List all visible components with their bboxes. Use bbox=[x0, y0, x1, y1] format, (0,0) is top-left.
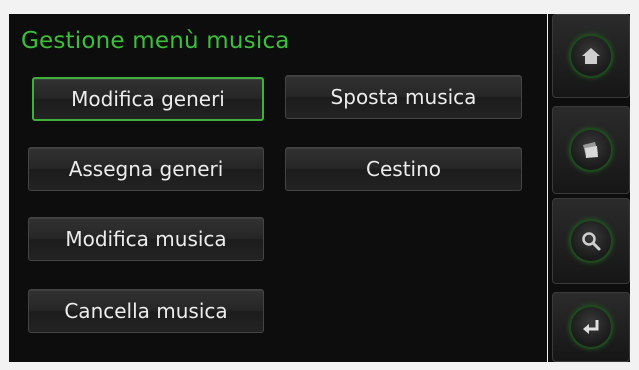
cestino-button[interactable]: Cestino bbox=[285, 147, 522, 191]
search-icon bbox=[582, 232, 601, 251]
modifica-musica-button[interactable]: Modifica musica bbox=[28, 217, 264, 261]
back-icon bbox=[583, 320, 599, 334]
sposta-musica-button[interactable]: Sposta musica bbox=[285, 75, 522, 119]
back-button[interactable] bbox=[552, 292, 630, 362]
page-title: Gestione menù musica bbox=[21, 28, 290, 54]
sidebar bbox=[548, 14, 630, 362]
device-frame: Gestione menù musica Modifica generi Ass… bbox=[0, 0, 639, 370]
cards-icon bbox=[583, 142, 598, 158]
modifica-generi-button[interactable]: Modifica generi bbox=[32, 77, 264, 121]
home-button[interactable] bbox=[552, 14, 630, 98]
cards-button[interactable] bbox=[552, 106, 630, 194]
assegna-generi-button[interactable]: Assegna generi bbox=[28, 147, 264, 191]
home-icon bbox=[582, 48, 600, 64]
main-panel: Gestione menù musica Modifica generi Ass… bbox=[9, 14, 547, 362]
cancella-musica-button[interactable]: Cancella musica bbox=[28, 289, 264, 333]
search-button[interactable] bbox=[552, 198, 630, 284]
